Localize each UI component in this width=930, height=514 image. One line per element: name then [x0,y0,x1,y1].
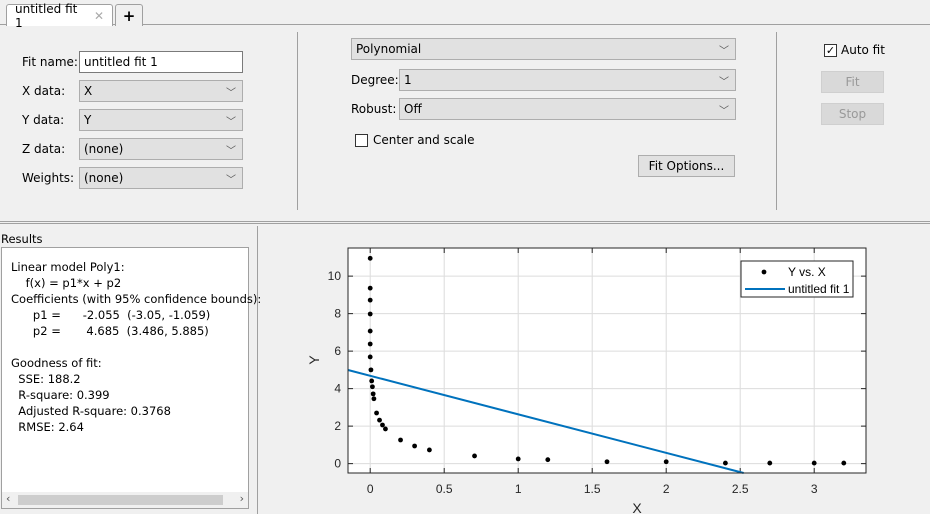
data-point [811,460,817,466]
x-tick-label: 0.5 [436,482,453,496]
data-point [412,443,417,449]
data-point [370,384,375,390]
data-point [841,460,847,466]
data-point [371,396,377,402]
data-point [723,460,728,466]
y-axis-label: Y [306,355,322,365]
data-point [368,367,374,373]
x-tick-label: 3 [811,482,818,496]
data-point [767,460,773,466]
data-point [515,456,521,462]
x-tick-label: 2.5 [732,482,749,496]
y-tick-label: 0 [334,457,341,471]
legend: Y vs. X untitled fit 1 [740,260,854,298]
legend-label: untitled fit 1 [788,282,850,296]
data-point [367,311,373,317]
data-point [377,417,382,423]
data-point [367,328,373,334]
data-point [369,378,375,384]
data-point [367,354,373,360]
data-point [367,341,373,347]
data-point [427,447,432,453]
y-tick-label: 2 [334,419,341,433]
data-point [398,437,403,443]
data-point [472,453,477,459]
fit-plot: 0 0.5 1 1.5 2 2.5 3 0 2 4 6 8 10 X Y Y vs. X untitled fi… [306,247,867,514]
x-tick-label: 0 [367,482,374,496]
data-point [380,422,385,428]
data-point [370,391,376,397]
x-axis-label: X [632,500,642,514]
legend-label: Y vs. X [788,265,826,279]
y-tick-label: 4 [334,382,341,396]
data-point [663,459,669,465]
data-point [545,457,551,463]
data-point [367,255,373,261]
x-tick-label: 2 [663,482,670,496]
y-tick-label: 10 [328,269,342,283]
x-tick-label: 1 [515,482,522,496]
data-point [367,297,373,303]
data-point [367,285,373,291]
y-tick-label: 8 [334,307,341,321]
y-tick-label: 6 [334,344,341,358]
data-point [604,459,610,465]
data-point [374,410,379,416]
data-point [383,426,388,432]
x-tick-label: 1.5 [584,482,601,496]
legend-marker-points [761,269,767,275]
